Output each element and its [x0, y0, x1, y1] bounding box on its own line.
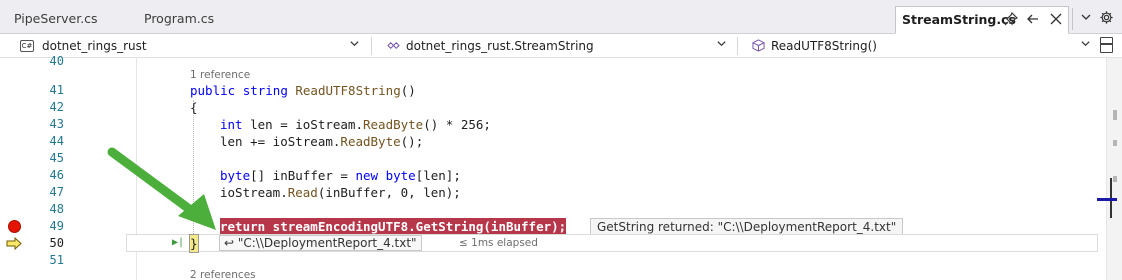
- pin-icon[interactable]: [1003, 11, 1019, 28]
- code-text: len += ioStream.ReadByte();: [220, 134, 424, 149]
- code-text: byte[] inBuffer = new byte[len];: [220, 168, 461, 183]
- chevron-down-icon[interactable]: [1077, 10, 1095, 28]
- code-line: 41 public string ReadUTF8String(): [0, 82, 1106, 99]
- line-number: 46: [49, 168, 64, 182]
- line-number: 45: [49, 151, 64, 165]
- code-line: 42 {: [0, 99, 1106, 116]
- references-codelens[interactable]: 2 references: [190, 267, 256, 280]
- scroll-marker: [1113, 176, 1117, 182]
- code-text: public string ReadUTF8String(): [190, 83, 416, 98]
- run-to-click-icon[interactable]: ▶|: [172, 235, 184, 251]
- code-editor[interactable]: 40 1 reference 41 public string ReadUTF8…: [0, 54, 1106, 280]
- return-value-row: ▶| ↩ "C:\\DeploymentReport_4.txt" ≤ 1ms …: [126, 234, 1098, 252]
- scroll-marker: [1113, 140, 1117, 146]
- code-line: 2 references: [0, 267, 1106, 280]
- line-number: 42: [49, 100, 64, 114]
- line-number: 41: [49, 83, 64, 97]
- method-cube-icon: [752, 39, 765, 52]
- split-editor-icon[interactable]: [1100, 37, 1113, 53]
- scroll-marker: [1113, 110, 1117, 120]
- code-text: ioStream.Read(inBuffer, 0, len);: [220, 185, 461, 200]
- line-number: 44: [49, 134, 64, 148]
- line-number: 47: [49, 185, 64, 199]
- code-text: }: [189, 234, 199, 253]
- tab-streamstring-label: StreamString.cs: [902, 12, 1016, 27]
- gear-icon[interactable]: [1097, 10, 1115, 28]
- vertical-scrollbar[interactable]: [1106, 58, 1122, 280]
- tab-streamstring[interactable]: StreamString.cs: [895, 6, 1069, 34]
- line-number: 50: [49, 236, 64, 250]
- line-number: 43: [49, 117, 64, 131]
- code-text: int len = ioStream.ReadByte() * 256;: [220, 117, 491, 132]
- tab-program[interactable]: Program.cs: [140, 6, 218, 32]
- elapsed-time: ≤ 1ms elapsed: [459, 237, 538, 249]
- annotation-arrow: [107, 147, 216, 230]
- line-number: 48: [49, 202, 64, 216]
- undo-arrow-icon[interactable]: [1025, 12, 1041, 28]
- scrollbar-breakpoint-marker: [1097, 198, 1117, 201]
- class-icon: [387, 41, 400, 50]
- tab-pipeserver[interactable]: PipeServer.cs: [10, 6, 102, 32]
- line-number: 49: [49, 219, 64, 233]
- csharp-project-icon: C#: [20, 40, 34, 52]
- document-tab-strip: PipeServer.cs Program.cs StreamString.cs: [0, 0, 1122, 34]
- return-value-chip[interactable]: ↩ "C:\\DeploymentReport_4.txt": [219, 235, 422, 251]
- current-statement-highlight: return streamEncodingUTF8.GetString(inBu…: [220, 218, 567, 235]
- code-line: 43 int len = ioStream.ReadByte() * 256;: [0, 116, 1106, 133]
- tab-strip-separator: [1072, 8, 1073, 30]
- code-text: {: [190, 100, 198, 115]
- close-icon[interactable]: [1048, 12, 1064, 28]
